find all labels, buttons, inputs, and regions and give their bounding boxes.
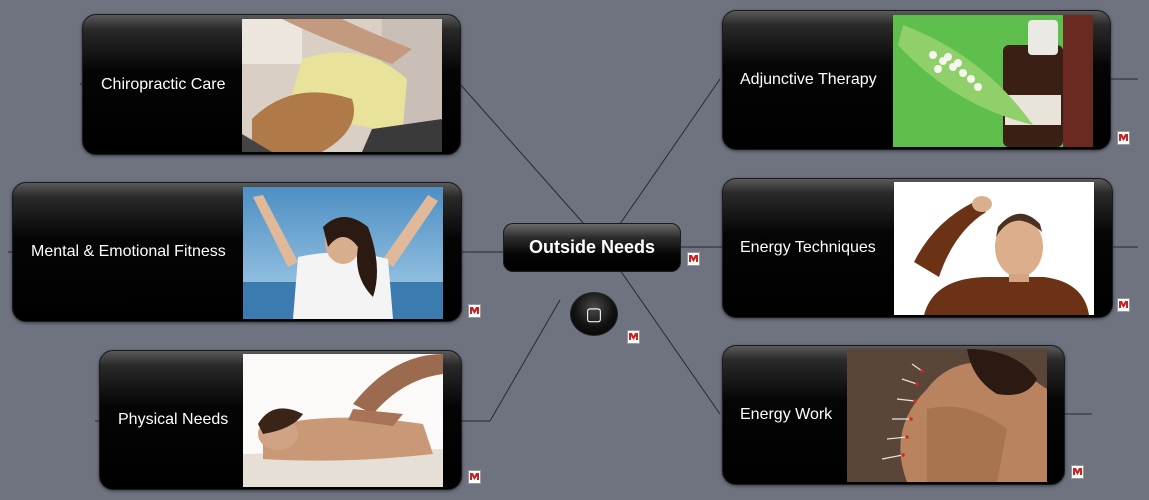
man-tapping-head-photo: [894, 182, 1094, 315]
note-icon[interactable]: [1117, 131, 1130, 145]
topic-physical-needs[interactable]: Physical Needs: [99, 350, 462, 490]
central-topic[interactable]: Outside Needs: [503, 223, 681, 272]
note-icon[interactable]: [1071, 465, 1084, 479]
topic-label: Mental & Emotional Fitness: [31, 243, 226, 260]
topic-energy-techniques[interactable]: Energy Techniques: [722, 178, 1113, 318]
topic-label: Energy Work: [740, 406, 833, 423]
topic-label: Energy Techniques: [740, 239, 876, 256]
connector-chiropractic: [459, 83, 585, 225]
topic-label: Adjunctive Therapy: [740, 71, 877, 88]
note-icon[interactable]: [627, 330, 640, 344]
massage-photo: [243, 354, 443, 487]
square-glyph: ▢: [585, 303, 603, 324]
chiropractic-photo: [242, 19, 442, 152]
acupuncture-photo: [847, 349, 1047, 482]
note-icon[interactable]: [687, 252, 700, 266]
collapsed-subtopic-node[interactable]: ▢: [570, 292, 618, 336]
topic-mental-emotional-fitness[interactable]: Mental & Emotional Fitness: [12, 182, 462, 322]
connector-physical: [489, 299, 561, 422]
topic-label: Chiropractic Care: [101, 75, 226, 93]
homeopathic-pills-photo: [893, 15, 1093, 147]
topic-label: Physical Needs: [118, 411, 229, 428]
note-icon[interactable]: [468, 304, 481, 318]
woman-arms-raised-photo: [243, 187, 443, 319]
topic-chiropractic-care[interactable]: Chiropractic Care: [82, 14, 461, 155]
central-topic-label: Outside Needs: [528, 237, 656, 257]
topic-adjunctive-therapy[interactable]: Adjunctive Therapy: [722, 10, 1111, 150]
topic-energy-work[interactable]: Energy Work: [722, 345, 1065, 485]
note-icon[interactable]: [1117, 298, 1130, 312]
connector-adjunctive: [619, 78, 721, 225]
note-icon[interactable]: [468, 470, 481, 484]
